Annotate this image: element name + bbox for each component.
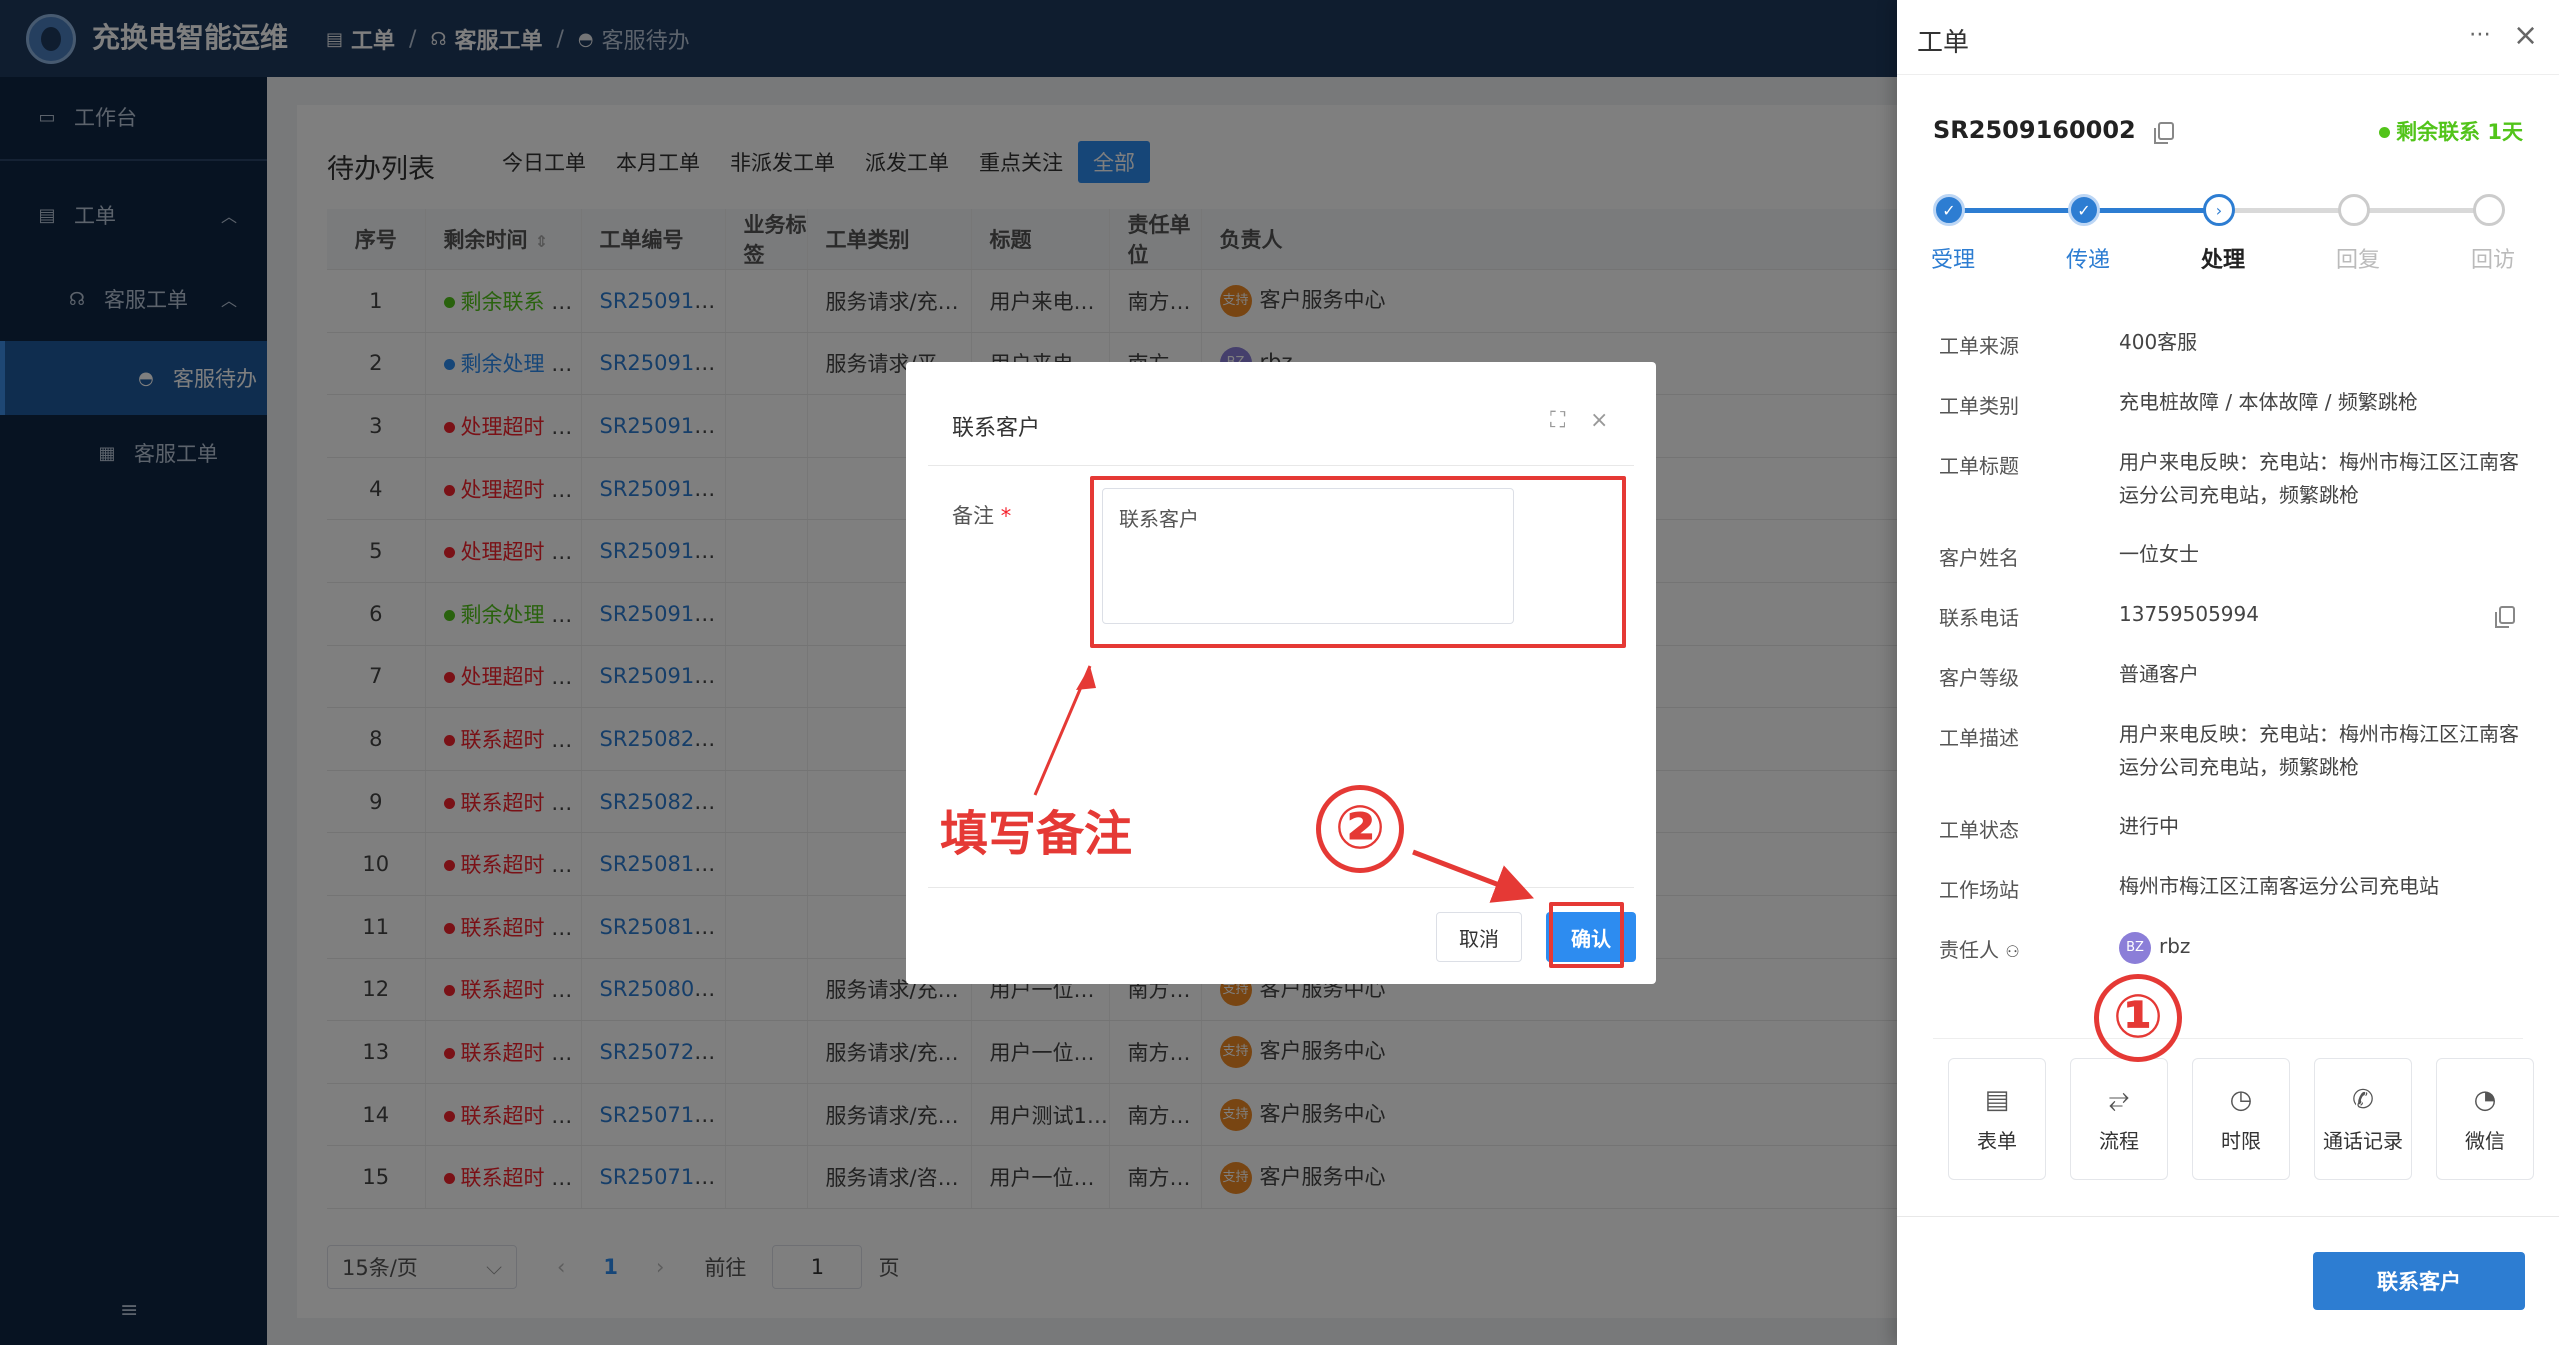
field-label: 责任人 <box>1939 938 1999 962</box>
step-done-icon: ✓ <box>2068 194 2100 226</box>
form-icon: ▤ <box>1984 1084 2010 1115</box>
tool-timelimit-button[interactable]: ◷ 时限 <box>2192 1058 2290 1180</box>
field-value: 一位女士 <box>2119 542 2199 566</box>
remaining-time-badge: 剩余联系 1天 <box>2379 116 2523 146</box>
tool-label: 通话记录 <box>2323 1128 2403 1153</box>
panel-title: 工单 <box>1917 28 1970 58</box>
tool-form-button[interactable]: ▤ 表单 <box>1948 1058 2046 1180</box>
field-value: 13759505994 <box>2119 602 2259 626</box>
progress-steps: ✓ ✓ › 受理 传递 处理 回复 回访 <box>1931 194 2523 274</box>
tool-wechat-button[interactable]: ◔ 微信 <box>2436 1058 2534 1180</box>
panel-divider <box>1897 74 2559 75</box>
annotation-step-2: ② <box>1316 785 1404 873</box>
step-current-icon: › <box>2203 194 2235 226</box>
tool-label: 微信 <box>2465 1128 2505 1153</box>
step-label-current: 处理 <box>2201 248 2246 273</box>
owner-label: 责任人 ⚇ <box>1939 934 2020 963</box>
field-label: 工单描述 <box>1939 726 2019 750</box>
field-label: 联系电话 <box>1939 606 2019 630</box>
flow-icon: ⥂ <box>2108 1084 2130 1114</box>
arrow-to-confirm <box>1412 849 1535 903</box>
field-value: 进行中 <box>2119 814 2179 838</box>
field-label: 工单来源 <box>1939 334 2019 358</box>
contact-customer-button[interactable]: 联系客户 <box>2313 1252 2525 1310</box>
field-label: 工作场站 <box>1939 878 2019 902</box>
field-value: 用户来电反映：充电站：梅州市梅江区江南客运分公司充电站，频繁跳枪 <box>2119 450 2519 507</box>
wechat-icon: ◔ <box>2473 1084 2497 1115</box>
field-value: 用户来电反映：充电站：梅州市梅江区江南客运分公司充电站，频繁跳枪 <box>2119 722 2519 779</box>
arrow-head <box>1076 666 1096 690</box>
copy-phone-icon[interactable] <box>2495 606 2515 628</box>
page: 充换电智能运维 ▤ 工单 / ☊ 客服工单 / ◓ 客服待办 ▭ 工作台 ▤ 工… <box>0 0 2559 1345</box>
step-label: 传递 <box>2066 248 2111 273</box>
annotation-fill-remark: 填写备注 <box>940 806 1133 862</box>
step-todo-icon <box>2338 194 2370 226</box>
avatar: BZ <box>2119 931 2151 964</box>
order-number: SR2509160002 <box>1933 116 2175 144</box>
field-value: 普通客户 <box>2119 662 2199 686</box>
people-icon: ⚇ <box>2005 942 2020 961</box>
step-done-icon: ✓ <box>1933 194 1965 226</box>
step-label: 回复 <box>2336 248 2381 273</box>
field-label: 工单标题 <box>1939 454 2019 478</box>
panel-divider <box>1933 1038 2523 1039</box>
remaining-time-text: 剩余联系 1天 <box>2396 120 2523 144</box>
tool-flow-button[interactable]: ⥂ 流程 <box>2070 1058 2168 1180</box>
field-value: rbz <box>2159 934 2191 958</box>
field-value: 400客服 <box>2119 330 2198 354</box>
order-number-text: SR2509160002 <box>1933 116 2136 144</box>
step-label: 回访 <box>2471 248 2516 273</box>
field-value: 充电桩故障 / 本体故障 / 频繁跳枪 <box>2119 390 2418 414</box>
more-icon[interactable]: ⋯ <box>2469 22 2491 47</box>
field-label: 工单类别 <box>1939 394 2019 418</box>
copy-icon[interactable] <box>2154 122 2175 144</box>
tool-label: 表单 <box>1977 1128 2017 1153</box>
phone-icon: ✆ <box>2352 1084 2374 1115</box>
status-dot <box>2379 127 2391 138</box>
tool-label: 流程 <box>2099 1129 2139 1153</box>
annotation-step-1: ① <box>2094 974 2182 1062</box>
field-label: 工单状态 <box>1939 818 2019 842</box>
tool-label: 时限 <box>2221 1128 2261 1153</box>
step-todo-icon <box>2473 194 2505 226</box>
field-label: 客户等级 <box>1939 666 2019 690</box>
field-value: 梅州市梅江区江南客运分公司充电站 <box>2119 874 2439 898</box>
tool-call-log-button[interactable]: ✆ 通话记录 <box>2314 1058 2412 1180</box>
field-label: 客户姓名 <box>1939 546 2019 570</box>
timer-icon: ◷ <box>2229 1084 2253 1115</box>
panel-footer-divider <box>1897 1216 2559 1217</box>
workorder-detail-panel: 工单 ⋯ × SR2509160002 剩余联系 1天 ✓ ✓ › 受理 传递 … <box>1897 0 2559 1345</box>
step-label: 受理 <box>1931 248 1976 273</box>
close-icon[interactable]: × <box>2513 18 2538 53</box>
owner-value: BZ rbz <box>2119 930 2519 964</box>
